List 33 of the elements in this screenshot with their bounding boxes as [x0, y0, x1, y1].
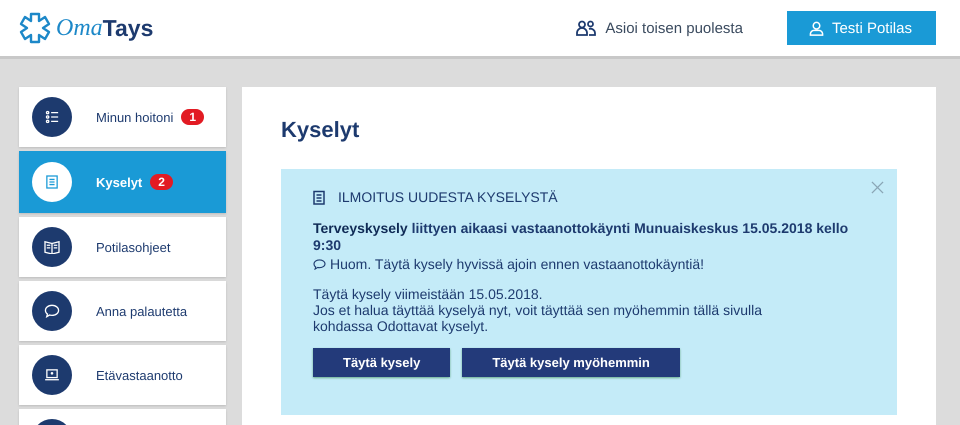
logo-icon — [18, 11, 52, 45]
page-title: Kyselyt — [281, 117, 360, 143]
sidebar-label: Potilasohjeet — [96, 240, 170, 254]
sidebar-label: Anna palautetta — [96, 304, 188, 318]
sidebar-item[interactable]: Kyselyt 2 — [19, 151, 226, 213]
sidebar-label: Minun hoitoni — [96, 110, 174, 124]
people-icon — [576, 20, 596, 36]
logo-text: Oma — [56, 14, 103, 40]
proxy-link[interactable]: Asioi toisen puolesta — [576, 20, 743, 36]
sidebar-label: Kyselyt — [96, 174, 142, 190]
sidebar-item[interactable]: Anna palautetta — [19, 281, 226, 341]
sidebar-item[interactable]: Etävastaanotto — [19, 345, 226, 405]
notice-message: Terveyskysely liittyen aikaasi vastaanottokäynti Munuaiskeskus 15.05.2018 kello 9:30 — [313, 220, 850, 254]
book-icon — [44, 240, 60, 254]
logo-text: Tays — [102, 14, 154, 42]
list-icon — [45, 110, 59, 124]
count-badge: 1 — [181, 109, 204, 125]
notice-heading: ILMOITUS UUDESTA KYSELYSTÄ — [338, 189, 558, 205]
sidebar-label: Etävastaanotto — [96, 368, 183, 382]
survey-button[interactable]: Täytä kysely myöhemmin — [462, 348, 680, 377]
info-text: Jos et halua täyttää kyselyä nyt, voit täyttää sen myöhemmin tällä sivulla kohdassa Odottavat kyselyt. — [313, 302, 763, 334]
user-icon — [808, 20, 824, 36]
clipboard-icon — [46, 175, 58, 189]
survey-button[interactable]: Täytä kysely — [313, 348, 450, 377]
sidebar-item[interactable]: Minun hoitoni 1 — [19, 87, 226, 147]
clipboard-icon — [313, 190, 325, 204]
sidebar-item[interactable]: Potilasohjeet — [19, 217, 226, 277]
speech-bubble-icon — [313, 258, 326, 270]
notice-note: Huom. Täytä kysely hyvissä ajoin ennen vastaanottokäyntiä! — [330, 256, 704, 272]
speech-bubble-icon — [44, 304, 60, 318]
laptop-icon — [44, 369, 60, 381]
count-badge: 2 — [150, 174, 173, 190]
deadline-text: Täytä kysely viimeistään 15.05.2018. — [313, 286, 544, 302]
